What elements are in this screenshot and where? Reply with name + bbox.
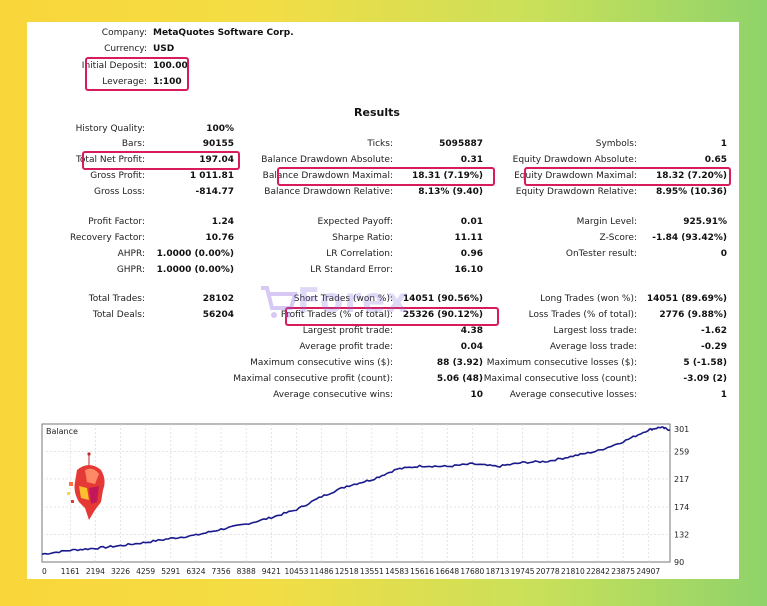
chart-x-tick-label: 15616 xyxy=(410,567,434,576)
watermark-text: Forex xyxy=(297,281,409,321)
chart-x-tick-label: 12518 xyxy=(335,567,359,576)
chart-x-tick-label: 10453 xyxy=(285,567,309,576)
stat-col1-label: History Quality: xyxy=(75,124,145,134)
chart-x-tick-label: 18713 xyxy=(486,567,510,576)
stat-col3-label: Equity Drawdown Absolute: xyxy=(512,155,637,165)
stat-col2-label: Largest profit trade: xyxy=(302,326,393,336)
stat-col1-label: Gross Profit: xyxy=(90,171,145,181)
stat-col2-value: 16.10 xyxy=(454,265,483,275)
chart-x-tick-label: 22842 xyxy=(586,567,610,576)
stat-col1-label: Total Trades: xyxy=(88,294,145,304)
stat-col1-label: Total Deals: xyxy=(92,310,145,320)
stat-col3-value: 1 xyxy=(720,139,727,149)
company-label: Company: xyxy=(101,28,147,38)
stat-col3-label: Largest loss trade: xyxy=(553,326,637,336)
company-value: MetaQuotes Software Corp. xyxy=(153,28,294,38)
chart-x-tick-label: 14583 xyxy=(385,567,409,576)
highlight-total-net-profit xyxy=(82,151,240,170)
chart-x-tick-label: 9421 xyxy=(262,567,281,576)
stat-col2-label: Maximal consecutive profit (count): xyxy=(233,374,393,384)
stat-col3-value: -0.29 xyxy=(701,342,727,352)
chart-x-tick-label: 6324 xyxy=(186,567,205,576)
stat-col2-label: Sharpe Ratio: xyxy=(332,233,393,243)
stat-col1-label: Bars: xyxy=(121,139,145,149)
chart-y-tick-label: 174 xyxy=(674,503,689,512)
currency-value: USD xyxy=(153,44,175,54)
chart-x-tick-label: 16648 xyxy=(435,567,459,576)
stat-col1-value: 100% xyxy=(206,124,234,134)
stat-col2-label: Average consecutive wins: xyxy=(273,390,393,400)
chart-y-tick-label: 301 xyxy=(674,425,689,434)
chart-x-tick-label: 11486 xyxy=(310,567,334,576)
stat-col3-value: 5 (-1.58) xyxy=(683,358,727,368)
stat-col3-label: Maximum consecutive losses ($): xyxy=(486,358,637,368)
stat-col3-value: 2776 (9.88%) xyxy=(659,310,727,320)
stat-col3-label: Average consecutive losses: xyxy=(509,390,637,400)
chart-x-tick-label: 8388 xyxy=(237,567,256,576)
results-title: Results xyxy=(354,106,400,119)
chart-x-tick-label: 17680 xyxy=(460,567,484,576)
chart-y-tick-label: 217 xyxy=(674,475,689,484)
stat-col3-value: 0.65 xyxy=(704,155,727,165)
chart-x-tick-label: 3226 xyxy=(111,567,130,576)
chart-x-tick-label: 13551 xyxy=(360,567,384,576)
stat-col1-label: Recovery Factor: xyxy=(69,233,145,243)
chart-x-tick-label: 7356 xyxy=(212,567,231,576)
stat-col3-value: -1.62 xyxy=(701,326,727,336)
stat-col3-label: OnTester result: xyxy=(565,249,637,259)
stat-col3-value: 0 xyxy=(720,249,727,259)
stat-col1-label: Gross Loss: xyxy=(94,187,145,197)
chart-x-tick-label: 20778 xyxy=(536,567,560,576)
chart-x-tick-label: 2194 xyxy=(86,567,105,576)
stat-col2-label: Maximum consecutive wins ($): xyxy=(250,358,393,368)
highlight-deposit-leverage xyxy=(85,57,189,91)
balance-chart-svg: 301 259 217 174 132 90 0 1161 2194 3226 4259 5291 63… xyxy=(41,423,689,576)
chart-plot-area xyxy=(41,423,671,563)
report-panel: Company: MetaQuotes Software Corp. Curre… xyxy=(27,22,739,579)
highlight-balance-drawdown-maximal xyxy=(277,167,495,186)
cart-watermark-icon xyxy=(261,286,298,318)
stat-col3-label: Maximal consecutive loss (count): xyxy=(483,374,637,384)
balance-chart: 301 259 217 174 132 90 0 1161 2194 3226 4259 5291 63… xyxy=(40,422,700,577)
stat-col3-value: -1.84 (93.42%) xyxy=(652,233,727,243)
stat-col1-label: AHPR: xyxy=(117,249,145,259)
stat-col2-label: Expected Payoff: xyxy=(317,217,393,227)
stat-col3-label: Margin Level: xyxy=(576,217,637,227)
stat-col3-label: Z-Score: xyxy=(599,233,638,243)
stat-col3-label: Long Trades (won %): xyxy=(540,294,637,304)
chart-x-tick-label: 1161 xyxy=(61,567,80,576)
stat-col1-label: GHPR: xyxy=(116,265,145,275)
robot-head-logo-icon xyxy=(67,452,105,520)
chart-x-tick-label: 5291 xyxy=(161,567,180,576)
chart-y-tick-label: 259 xyxy=(674,447,689,456)
stat-col3-value: 14051 (89.69%) xyxy=(646,294,727,304)
stat-col3-value: 925.91% xyxy=(683,217,727,227)
stat-col3-label: Equity Drawdown Relative: xyxy=(515,187,637,197)
stat-col3-value: -3.09 (2) xyxy=(683,374,727,384)
chart-x-tick-label: 4259 xyxy=(136,567,155,576)
chart-title: Balance xyxy=(46,427,78,436)
stat-col2-label: Ticks: xyxy=(367,139,393,149)
stat-col3-value: 8.95% (10.36) xyxy=(655,187,727,197)
stat-col3-label: Average loss trade: xyxy=(549,342,637,352)
currency-label: Currency: xyxy=(104,44,147,54)
chart-x-tick-label: 19745 xyxy=(511,567,535,576)
stat-col3-label: Symbols: xyxy=(595,139,637,149)
stat-col2-label: LR Standard Error: xyxy=(310,265,393,275)
chart-x-tick-label: 23875 xyxy=(611,567,635,576)
stat-col2-label: Balance Drawdown Relative: xyxy=(264,187,393,197)
stat-col2-label: Average profit trade: xyxy=(299,342,393,352)
highlight-equity-drawdown-maximal xyxy=(524,167,731,186)
chart-y-tick-label: 132 xyxy=(674,531,689,540)
stat-col3-value: 1 xyxy=(720,390,727,400)
chart-y-tick-label: 90 xyxy=(674,558,684,567)
chart-x-tick-label: 0 xyxy=(42,567,47,576)
chart-x-tick-label: 21810 xyxy=(561,567,585,576)
chart-x-tick-label: 24907 xyxy=(636,567,660,576)
stat-col1-label: Profit Factor: xyxy=(88,217,145,227)
stat-col2-label: LR Correlation: xyxy=(326,249,393,259)
